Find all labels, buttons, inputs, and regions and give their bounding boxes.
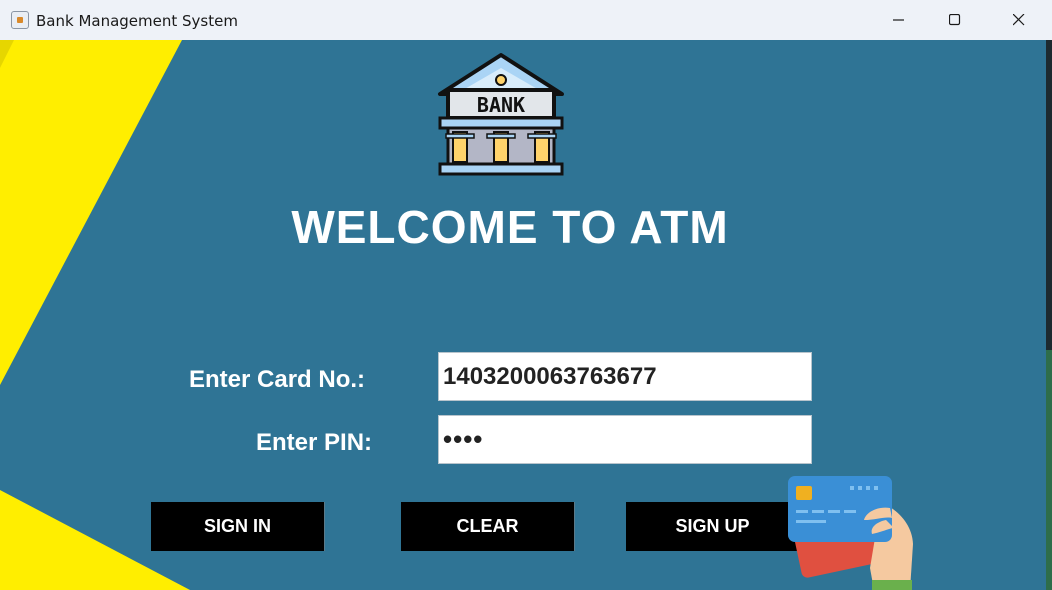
title-bar: Bank Management System [0, 0, 1052, 41]
java-app-icon [11, 11, 29, 29]
close-icon [1013, 14, 1025, 26]
window-title: Bank Management System [36, 12, 238, 30]
pin-input[interactable]: •••• [438, 415, 812, 464]
card-number-input[interactable]: 1403200063763677 [438, 352, 812, 401]
sign-in-button[interactable]: SIGN IN [151, 502, 325, 551]
credit-card-hand-icon [788, 476, 913, 590]
welcome-heading: WELCOME TO ATM [291, 201, 729, 253]
sign-up-button[interactable]: SIGN UP [626, 502, 800, 551]
background-window-edge [1046, 40, 1052, 590]
card-number-label: Enter Card No.: [189, 366, 366, 393]
atm-login-panel: BANK WELCOME TO ATM Enter Card No.: 1403… [0, 40, 1046, 590]
clear-button[interactable]: CLEAR [401, 502, 575, 551]
minimize-icon [893, 19, 904, 21]
maximize-icon [949, 14, 961, 26]
maximize-button[interactable] [932, 0, 978, 40]
pin-label: Enter PIN: [256, 429, 373, 456]
close-button[interactable] [996, 0, 1042, 40]
bank-sign-text: BANK [477, 93, 525, 117]
minimize-button[interactable] [876, 0, 922, 40]
bank-building-icon: BANK [438, 53, 564, 176]
